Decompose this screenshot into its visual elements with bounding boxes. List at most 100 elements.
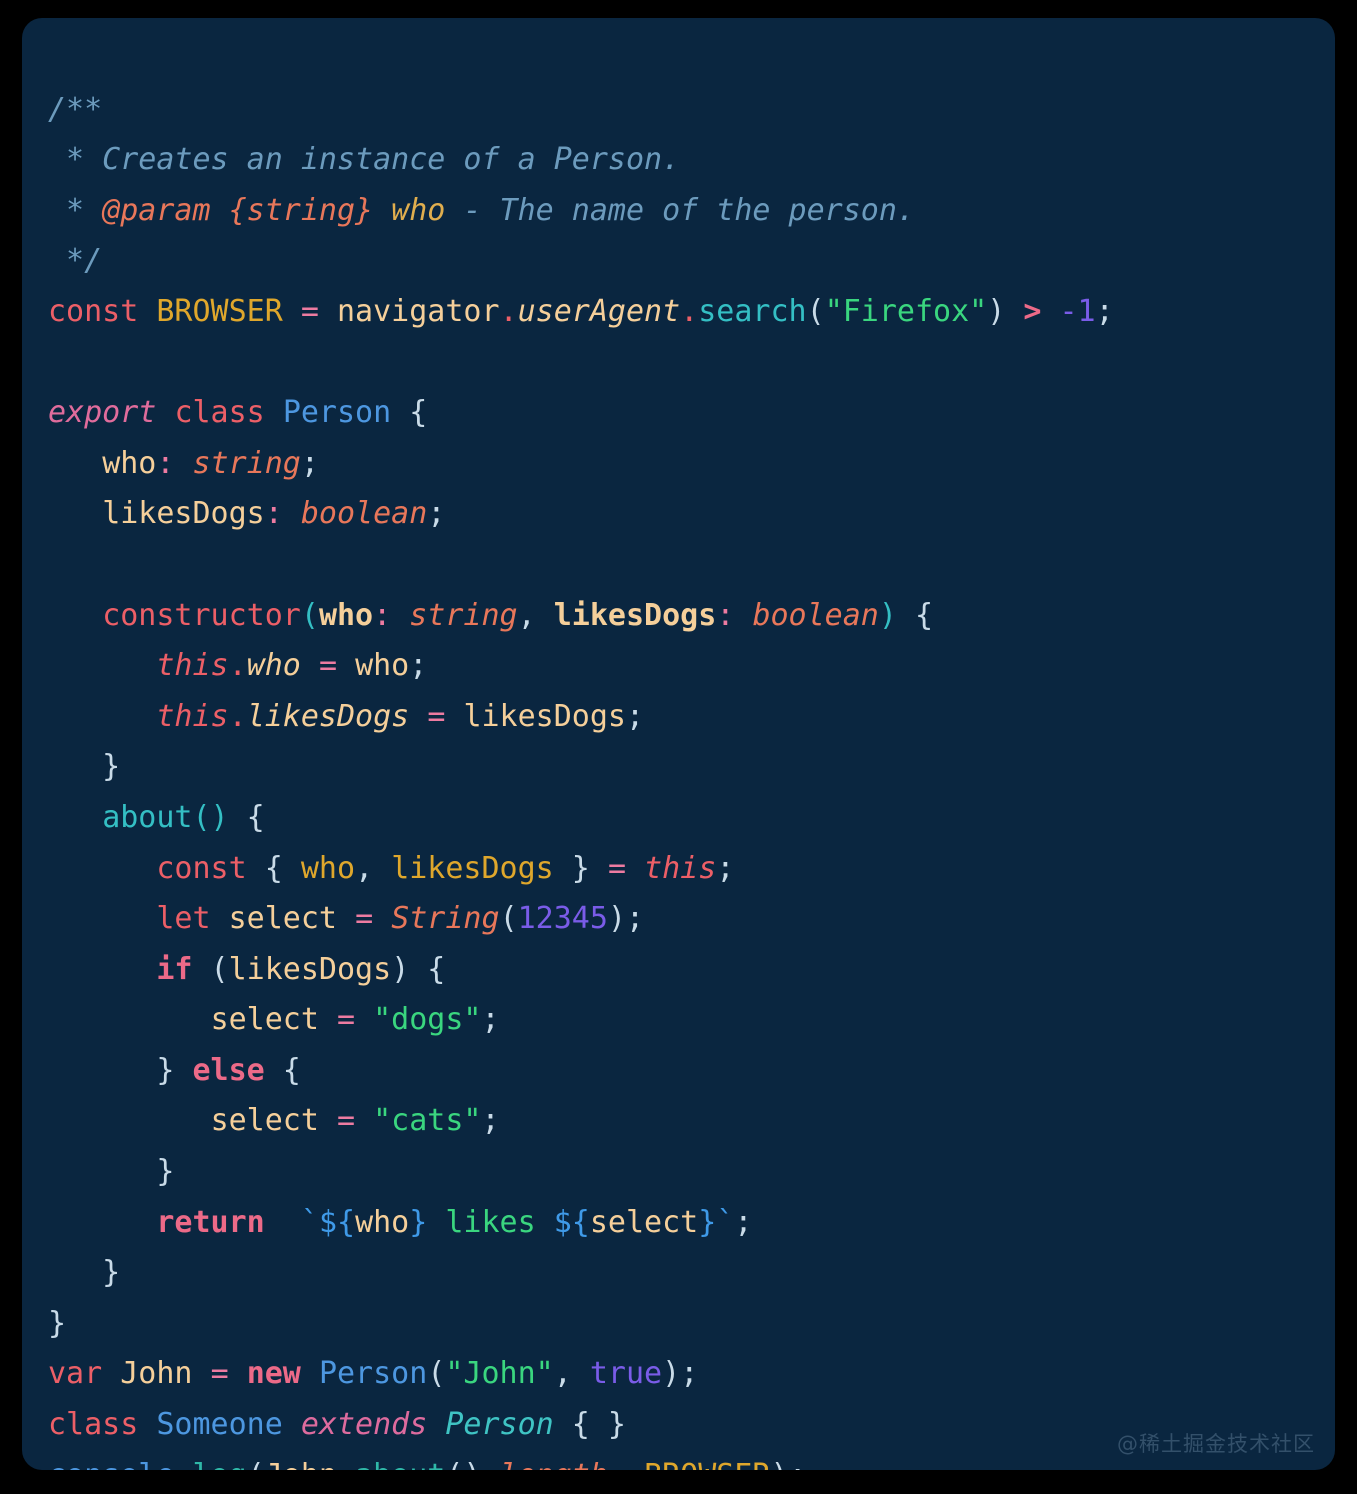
comment-token: */ (48, 243, 103, 279)
code-line: * @param {string} who - The name of the … (48, 186, 1325, 237)
property-token: who (246, 648, 301, 684)
punctuation-token (1005, 294, 1023, 329)
punctuation-token: : (156, 445, 175, 481)
code-line: } (48, 742, 1325, 793)
punctuation-token: . (228, 698, 247, 734)
identifier-token: select (210, 1103, 319, 1139)
keyword-token: class (174, 395, 265, 431)
identifier-token: likesDogs (228, 951, 392, 987)
code-line: export class Person { (48, 388, 1325, 439)
type-token: boolean (300, 496, 428, 532)
punctuation-token: ; (626, 698, 645, 734)
comment-param-token: who (391, 192, 446, 228)
keyword-token: const (156, 850, 247, 886)
identifier-token: who (355, 1204, 410, 1240)
identifier-token: likesDogs (391, 850, 554, 886)
comment-token (373, 193, 391, 228)
punctuation-token: } (553, 850, 608, 886)
punctuation-token: ( (300, 597, 319, 633)
punctuation-token (373, 851, 391, 886)
punctuation-token: { } (553, 1407, 626, 1443)
function-token: search (698, 293, 807, 329)
punctuation-token (445, 699, 463, 734)
punctuation-token (48, 446, 102, 481)
class-name-token: Person (445, 1407, 554, 1443)
punctuation-token (626, 1458, 644, 1470)
punctuation-token: { (264, 1052, 301, 1088)
this-token: this (156, 698, 229, 734)
punctuation-token: { (391, 395, 428, 431)
punctuation-token: ( (247, 1458, 265, 1470)
identifier-token: who (102, 445, 157, 481)
operator-token: = (355, 901, 374, 937)
code-line: */ (48, 236, 1325, 287)
this-token: this (156, 648, 229, 684)
code-line: const BROWSER = navigator.userAgent.sear… (48, 287, 1325, 338)
string-token: "cats" (373, 1103, 482, 1139)
punctuation-token: . (337, 1458, 355, 1470)
operator-token: = (210, 1356, 229, 1392)
comment-token: * Creates an instance of a Person. (48, 142, 681, 178)
punctuation-token: . (228, 648, 247, 684)
watermark-label: @稀土掘金技术社区 (1117, 1432, 1315, 1456)
punctuation-token (48, 496, 102, 531)
punctuation-token: , (355, 850, 374, 886)
punctuation-token: : (264, 496, 283, 532)
punctuation-token: ) (987, 293, 1006, 329)
identifier-token: console (48, 1458, 174, 1470)
code-line: who: string; (48, 439, 1325, 490)
keyword-token: var (48, 1356, 103, 1392)
punctuation-token: ; (300, 445, 319, 481)
template-token: ` (716, 1204, 735, 1240)
punctuation-token (48, 1002, 211, 1037)
identifier-token: likesDogs (463, 698, 626, 734)
punctuation-token: ; (1095, 293, 1114, 329)
code-line: var John = new Person("John", true); (48, 1349, 1325, 1400)
punctuation-token: } (48, 749, 121, 785)
punctuation-token: { (228, 799, 265, 835)
punctuation-token (229, 1356, 247, 1391)
operator-token: = (427, 698, 446, 734)
code-line: likesDogs: boolean; (48, 489, 1325, 540)
operator-token: = (300, 293, 319, 329)
punctuation-token: : (716, 597, 735, 633)
punctuation-token (174, 446, 192, 481)
identifier-token: select (589, 1204, 699, 1240)
identifier-token: BROWSER (156, 293, 283, 329)
code-line: * Creates an instance of a Person. (48, 135, 1325, 186)
type-token: boolean (752, 597, 879, 633)
punctuation-token: , (517, 597, 536, 633)
comment-token: - The name of the person. (445, 192, 915, 228)
punctuation-token: ) { (391, 951, 446, 987)
keyword-token: class (48, 1407, 139, 1443)
identifier-token: John (120, 1356, 193, 1392)
punctuation-token: { (246, 850, 301, 886)
punctuation-token (48, 851, 156, 886)
type-token: string (409, 597, 518, 633)
code-line: if (likesDogs) { (48, 945, 1325, 996)
method-token: log (193, 1458, 247, 1470)
punctuation-token (156, 395, 174, 430)
identifier-token: BROWSER (644, 1458, 770, 1470)
punctuation-token: ( (499, 901, 518, 937)
parameter-token: likesDogs (553, 597, 717, 633)
identifier-token: navigator (337, 293, 500, 329)
method-token: about (102, 799, 193, 835)
code-line: } else { (48, 1046, 1325, 1097)
function-token: String (391, 901, 500, 937)
code-line: select = "cats"; (48, 1096, 1325, 1147)
punctuation-token (409, 699, 427, 734)
code-line: let select = String(12345); (48, 894, 1325, 945)
punctuation-token (283, 1407, 301, 1442)
number-token: 12345 (517, 901, 608, 937)
punctuation-token: } (48, 1305, 67, 1341)
punctuation-token (138, 1407, 156, 1442)
punctuation-token: ; (716, 850, 735, 886)
template-token: ${ (318, 1204, 356, 1240)
method-token: about (355, 1458, 445, 1470)
punctuation-token: , (553, 1356, 572, 1392)
identifier-token: select (228, 901, 337, 937)
punctuation-token (48, 952, 156, 987)
comment-tag-token: @param {string} (102, 192, 374, 228)
